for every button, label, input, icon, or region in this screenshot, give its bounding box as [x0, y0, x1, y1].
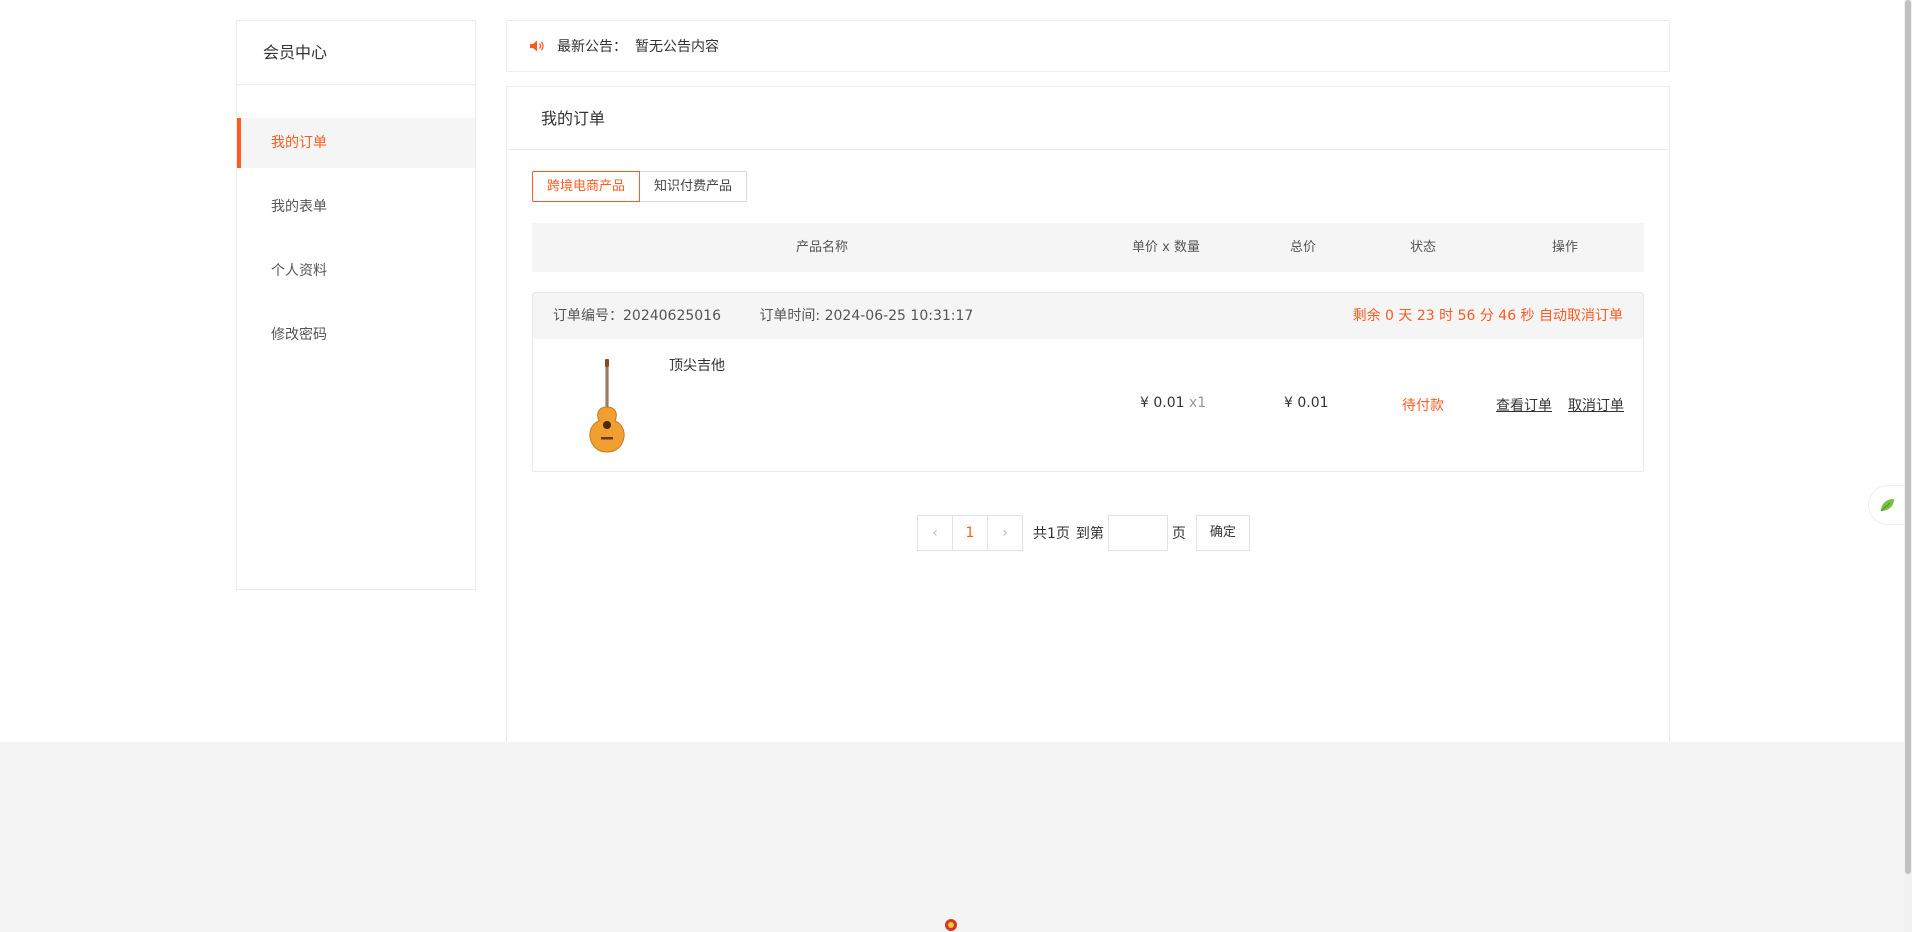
police-emblem-icon — [945, 919, 957, 931]
next-page-button[interactable]: › — [987, 515, 1023, 551]
announcement-label: 最新公告： — [557, 39, 627, 55]
sidebar-item-my-forms[interactable]: 我的表单 — [237, 182, 475, 232]
order-item: 顶尖吉他 ¥ 0.01 x1 ¥ 0.01 待付款 查看订单 取消订单 — [533, 339, 1643, 471]
tab-knowledge-paid[interactable]: 知识付费产品 — [640, 171, 748, 202]
orders-panel: 我的订单 跨境电商产品 知识付费产品 产品名称 单价 x 数量 总价 状态 操作… — [506, 86, 1670, 746]
leaf-icon — [1880, 499, 1894, 512]
pagination: ‹ 1 › 共1页 到第 页 确定 — [917, 515, 1250, 551]
page-number-button[interactable]: 1 — [952, 515, 988, 551]
order-time: 订单时间: 2024-06-25 10:31:17 — [759, 308, 974, 324]
total-pages-label: 共1页 — [1033, 526, 1070, 542]
sidebar-item-change-password[interactable]: 修改密码 — [237, 310, 475, 360]
product-name[interactable]: 顶尖吉他 — [669, 355, 725, 375]
announcement-bar: 最新公告： 暂无公告内容 — [506, 20, 1670, 72]
floating-tool-tab[interactable] — [1868, 485, 1904, 525]
goto-label: 到第 — [1075, 526, 1104, 542]
unit-price: ¥ 0.01 — [1140, 395, 1185, 411]
unit-price-qty: ¥ 0.01 x1 — [1140, 395, 1206, 411]
footer-area — [0, 742, 1906, 932]
product-type-tabs: 跨境电商产品 知识付费产品 — [532, 171, 748, 202]
panel-title: 我的订单 — [507, 87, 1669, 150]
quantity: x1 — [1188, 395, 1207, 411]
order-meta: 订单编号：20240625016 订单时间: 2024-06-25 10:31:… — [533, 293, 1643, 339]
member-sidebar: 会员中心 我的订单 我的表单 个人资料 修改密码 — [236, 20, 476, 590]
column-header-status: 状态 — [1409, 240, 1436, 255]
prev-page-button[interactable]: ‹ — [917, 515, 953, 551]
order-countdown: 剩余 0 天 23 时 56 分 46 秒 自动取消订单 — [1352, 308, 1623, 324]
page-scrollbar[interactable] — [1904, 0, 1912, 932]
column-header-product-name: 产品名称 — [795, 240, 848, 255]
column-header-price-qty: 单价 x 数量 — [1132, 240, 1200, 255]
order-card: 订单编号：20240625016 订单时间: 2024-06-25 10:31:… — [532, 292, 1644, 472]
scrollbar-thumb[interactable] — [1905, 0, 1911, 874]
cancel-order-link[interactable]: 取消订单 — [1568, 395, 1624, 415]
tab-cross-border[interactable]: 跨境电商产品 — [532, 171, 641, 202]
sidebar-menu: 我的订单 我的表单 个人资料 修改密码 — [237, 118, 475, 360]
order-total: ¥ 0.01 — [1284, 395, 1329, 411]
goto-confirm-button[interactable]: 确定 — [1195, 515, 1250, 551]
goto-page-input[interactable] — [1107, 515, 1168, 551]
speaker-icon — [530, 40, 544, 52]
view-order-link[interactable]: 查看订单 — [1496, 395, 1552, 415]
sidebar-title: 会员中心 — [237, 21, 475, 85]
sidebar-item-profile[interactable]: 个人资料 — [237, 246, 475, 296]
page-unit-label: 页 — [1171, 526, 1186, 542]
page: 会员中心 我的订单 我的表单 个人资料 修改密码 最新公告： 暂无公告内容 我的… — [0, 0, 1912, 932]
sidebar-item-my-orders[interactable]: 我的订单 — [237, 118, 475, 168]
order-status-badge: 待付款 — [1402, 398, 1444, 414]
announcement-content: 暂无公告内容 — [635, 39, 719, 55]
table-header: 产品名称 单价 x 数量 总价 状态 操作 — [532, 223, 1644, 272]
column-header-operations: 操作 — [1551, 240, 1578, 255]
order-number: 订单编号：20240625016 — [553, 308, 721, 324]
column-header-total: 总价 — [1289, 240, 1316, 255]
guitar-product-image[interactable] — [577, 357, 637, 455]
